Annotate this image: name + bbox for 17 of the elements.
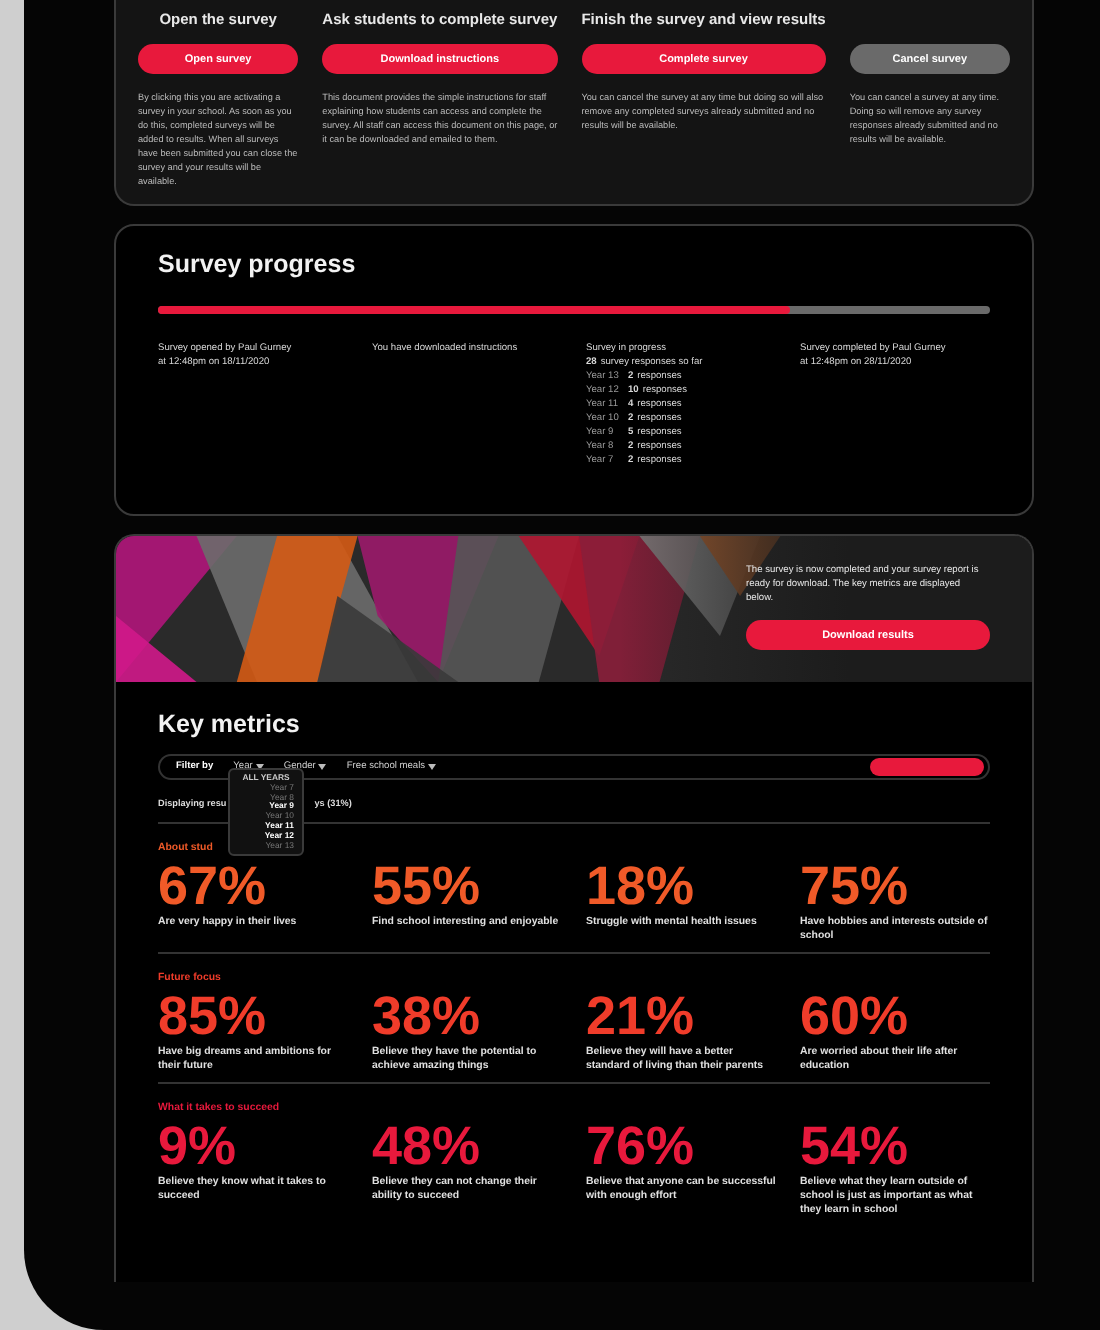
metric-value: 85% — [158, 986, 267, 1046]
metric-value: 21% — [586, 986, 695, 1046]
metric-value: 48% — [372, 1116, 481, 1176]
metric-value: 67% — [158, 856, 267, 916]
caret-icon — [318, 764, 327, 770]
metric-value: 18% — [586, 856, 695, 916]
card-title: Survey progress — [158, 250, 358, 278]
metric-value: 9% — [158, 1116, 237, 1176]
metric-value: 54% — [800, 1116, 909, 1176]
filter-button[interactable] — [870, 758, 984, 776]
metric-value: 55% — [372, 856, 481, 916]
metric-value: 76% — [586, 1116, 695, 1176]
caret-icon — [428, 764, 437, 770]
metric-value: 60% — [800, 986, 909, 1046]
metric-value: 38% — [372, 986, 481, 1046]
metric-value: 75% — [800, 856, 909, 916]
section-title: Key metrics — [158, 710, 302, 738]
